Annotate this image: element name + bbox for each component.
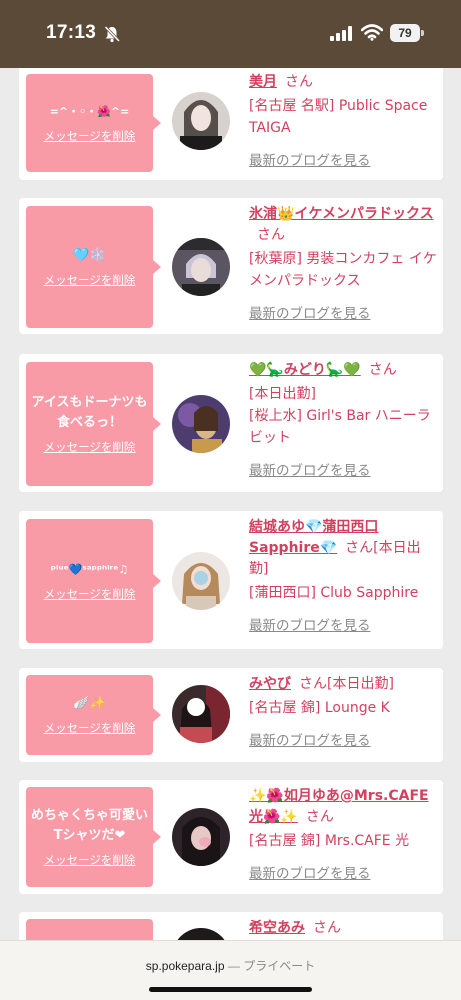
latest-blog-link[interactable]: 最新のブログを見る <box>249 862 437 882</box>
cast-info: 結城あゆ💎蒲田西口Sapphire💎 さん[本日出勤] [蒲田西口] Club S… <box>249 517 437 634</box>
message-bubble: 🎀 <box>26 919 153 940</box>
battery-nub <box>421 30 424 36</box>
status-bar: 17:13 79 <box>0 0 461 68</box>
home-indicator[interactable] <box>149 987 312 992</box>
avatar[interactable] <box>172 685 230 743</box>
message-bubble: 🪽✨ メッセージを削除 <box>26 675 161 755</box>
cast-info: 希空あみ さん <box>249 918 437 939</box>
cast-info: ✨🌺如月ゆあ@Mrs.CAFE光🌺✨ さん [名古屋 錦] Mrs.CAFE 光 … <box>249 786 437 882</box>
message-card: 🪽✨ メッセージを削除 みやび さん[本日出勤] [名古屋 錦] Lounge K… <box>19 668 443 762</box>
avatar[interactable] <box>172 928 230 940</box>
delete-message-link[interactable]: メッセージを削除 <box>44 720 136 736</box>
shop-info: [蒲田西口] Club Sapphire <box>249 585 419 601</box>
message-text: ᵖˡᵘᵉ💙ˢᵃᵖᵖʰⁱʳᵉ♫ <box>50 563 129 576</box>
latest-blog-link[interactable]: 最新のブログを見る <box>249 614 437 634</box>
address-text[interactable]: sp.pokepara.jp — プライベート <box>0 957 461 974</box>
message-bubble: =^・◦・🌺^= メッセージを削除 <box>26 74 161 172</box>
browser-address-bar[interactable]: sp.pokepara.jp — プライベート <box>0 940 461 1000</box>
message-text: アイスもドーナツも食べるっ！ <box>31 395 148 430</box>
avatar[interactable] <box>172 238 230 296</box>
avatar[interactable] <box>172 552 230 610</box>
avatar[interactable] <box>172 808 230 866</box>
message-text: =^・◦・🌺^= <box>49 105 130 118</box>
delete-message-link[interactable]: メッセージを削除 <box>44 586 136 602</box>
domain-text: sp.pokepara.jp <box>145 959 225 973</box>
cast-info: 氷浦👑イケメンパラドックスさん [秋葉原] 男装コンカフェ イケメンパラドックス… <box>249 204 437 322</box>
latest-blog-link[interactable]: 最新のブログを見る <box>249 149 437 169</box>
message-bubble: 🩵❄️ メッセージを削除 <box>26 206 161 328</box>
honorific: さん <box>305 809 334 825</box>
message-card: アイスもドーナツも食べるっ！ メッセージを削除 💚🦕みどり🦕💚 さん [本日出勤]… <box>19 354 443 492</box>
cast-name-link[interactable]: 氷浦👑イケメンパラドックス <box>249 206 434 222</box>
shop-info: [名古屋 名駅] Public Space TAIGA <box>249 98 428 136</box>
battery-icon: 79 <box>390 24 420 42</box>
honorific: さん <box>299 676 327 692</box>
honorific: さん <box>313 920 341 936</box>
cast-info: 美月 さん [名古屋 名駅] Public Space TAIGA 最新のブログを… <box>249 72 437 169</box>
delete-message-link[interactable]: メッセージを削除 <box>44 128 136 144</box>
message-text: 🪽✨ <box>73 696 106 711</box>
message-bubble: ᵖˡᵘᵉ💙ˢᵃᵖᵖʰⁱʳᵉ♫ メッセージを削除 <box>26 519 161 643</box>
delete-message-link[interactable]: メッセージを削除 <box>44 272 136 288</box>
status-time: 17:13 <box>46 22 97 43</box>
cast-name-link[interactable]: 💚🦕みどり🦕💚 <box>249 362 361 378</box>
delete-message-link[interactable]: メッセージを削除 <box>44 439 136 455</box>
cast-name-link[interactable]: ✨🌺如月ゆあ@Mrs.CAFE光🌺✨ <box>249 788 429 825</box>
message-card: 🎀 希空あみさん <box>19 912 443 940</box>
message-bubble: アイスもドーナツも食べるっ！ メッセージを削除 <box>26 362 161 486</box>
private-label: — プライベート <box>227 959 316 973</box>
message-text: 🩵❄️ <box>73 248 106 263</box>
latest-blog-link[interactable]: 最新のブログを見る <box>249 459 437 479</box>
honorific: さん <box>368 362 397 378</box>
message-bubble: めちゃくちゃ可愛いTシャツだ❤︎ メッセージを削除 <box>26 787 161 887</box>
cast-name-link[interactable]: 美月 <box>249 74 277 90</box>
shop-info: [名古屋 錦] Mrs.CAFE 光 <box>249 833 410 849</box>
shop-info: [本日出勤] [桜上水] Girl's Bar ハニーラビット <box>249 386 431 446</box>
avatar[interactable] <box>172 395 230 453</box>
cast-info: みやび さん[本日出勤] [名古屋 錦] Lounge K 最新のブログを見る <box>249 674 437 749</box>
shop-info: [秋葉原] 男装コンカフェ イケメンパラドックス <box>249 251 437 289</box>
honorific: さん <box>257 227 285 243</box>
honorific: さん <box>345 540 374 556</box>
latest-blog-link[interactable]: 最新のブログを見る <box>249 729 437 749</box>
message-feed[interactable]: =^・◦・🌺^= メッセージを削除 美月 さん [名古屋 名駅] Public S… <box>0 68 461 940</box>
message-card: めちゃくちゃ可愛いTシャツだ❤︎ メッセージを削除 ✨🌺如月ゆあ@Mrs.CAF… <box>19 780 443 894</box>
message-text: めちゃくちゃ可愛いTシャツだ❤︎ <box>31 808 149 843</box>
bell-slash-icon <box>104 25 121 43</box>
cast-name-link[interactable]: みやび <box>249 676 291 692</box>
latest-blog-link[interactable]: 最新のブログを見る <box>249 302 437 322</box>
cast-name-link[interactable]: 希空あみ <box>249 920 305 936</box>
shop-info: [名古屋 錦] Lounge K <box>249 700 390 716</box>
cast-info: 💚🦕みどり🦕💚 さん [本日出勤] [桜上水] Girl's Bar ハニーラビッ… <box>249 360 437 479</box>
delete-message-link[interactable]: メッセージを削除 <box>44 852 136 868</box>
honorific: さん <box>285 74 313 90</box>
message-card: ᵖˡᵘᵉ💙ˢᵃᵖᵖʰⁱʳᵉ♫ メッセージを削除 結城あゆ💎蒲田西口Sapphir… <box>19 511 443 649</box>
after-name: [本日出勤] <box>327 676 394 692</box>
message-card: =^・◦・🌺^= メッセージを削除 美月 さん [名古屋 名駅] Public S… <box>19 68 443 180</box>
wifi-icon <box>361 24 383 41</box>
avatar[interactable] <box>172 92 230 150</box>
signal-icon <box>330 26 352 41</box>
message-card: 🩵❄️ メッセージを削除 氷浦👑イケメンパラドックスさん [秋葉原] 男装コンカ… <box>19 198 443 334</box>
